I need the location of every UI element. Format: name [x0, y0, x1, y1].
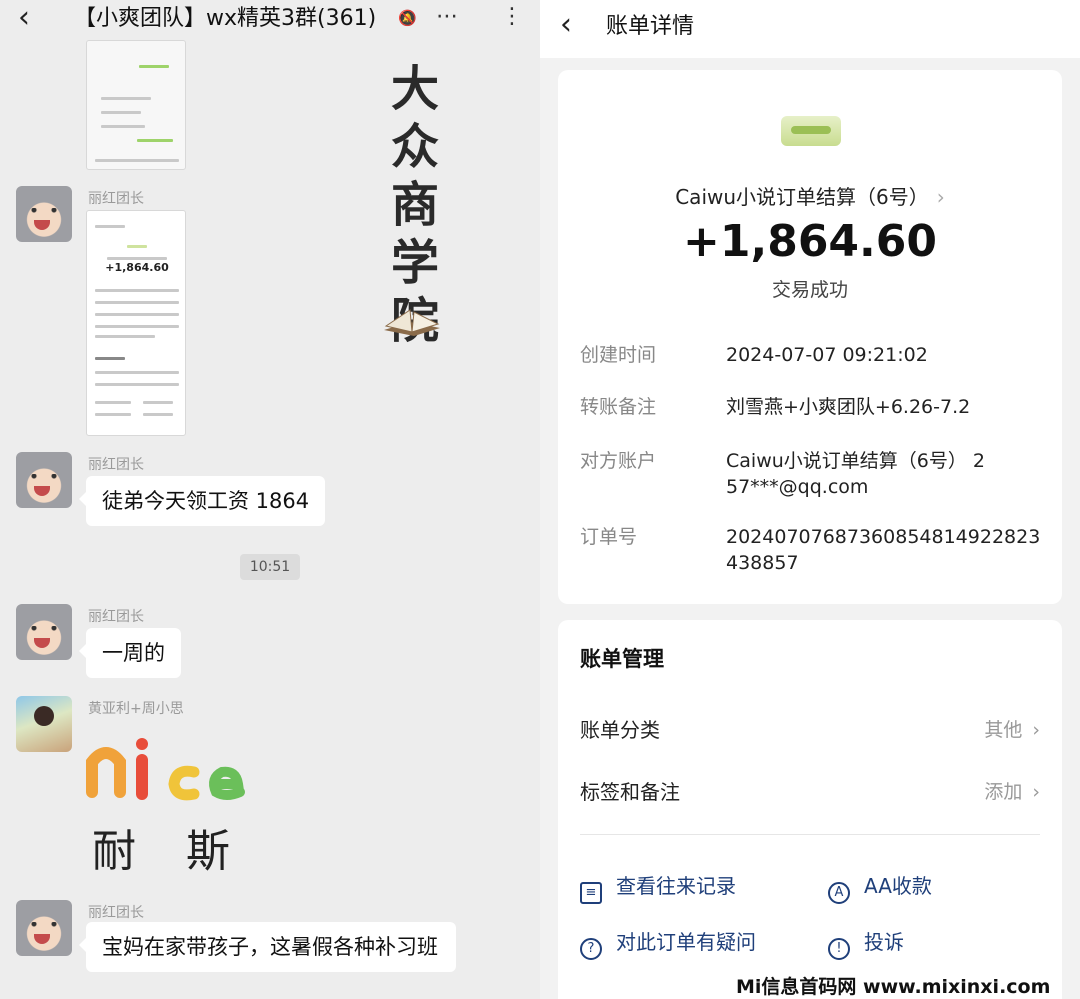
history-record-label: 查看往来记录 [616, 874, 736, 898]
order-question-button[interactable]: ? 对此订单有疑问 [580, 928, 756, 960]
sender-name: 丽红团长 [88, 609, 144, 625]
aa-collect-button[interactable]: A AA收款 [828, 872, 932, 904]
avatar[interactable] [16, 452, 72, 508]
chevron-right-icon: › [936, 185, 945, 209]
detail-value: Caiwu小说订单结算（6号） 257***@qq.com [726, 450, 985, 498]
more-horizontal-icon[interactable]: ⋯ [436, 4, 459, 30]
bill-panel: ‹ 账单详情 Caiwu小说订单结算（6号） › +1,864.60 交易成功 创… [540, 0, 1080, 999]
tag-value-text: 添加 [984, 781, 1023, 803]
tag-label[interactable]: 标签和备注 [580, 778, 680, 806]
tag-value[interactable]: 添加 › [984, 778, 1040, 806]
mute-icon: 🔕 [398, 9, 417, 27]
more-vertical-icon[interactable]: ⋮ [501, 2, 523, 32]
bill-summary-card: Caiwu小说订单结算（6号） › +1,864.60 交易成功 创建时间 202… [558, 70, 1062, 604]
detail-value: 20240707687360854814922823438857 [726, 526, 1041, 574]
sender-name: 黄亚利+周小思 [88, 701, 184, 717]
chat-topbar: ‹ 【小爽团队】wx精英3群(361) 🔕 ⋯ ⋮ [0, 0, 540, 38]
detail-label: 对方账户 [580, 450, 657, 472]
chat-title: 【小爽团队】wx精英3群(361) [74, 6, 377, 31]
image-message[interactable] [86, 40, 186, 170]
detail-value: 2024-07-07 09:21:02 [726, 344, 928, 366]
back-icon[interactable]: ‹ [560, 10, 572, 40]
aa-icon: A [828, 882, 850, 904]
image-message[interactable]: +1,864.60 [86, 210, 186, 436]
book-icon [384, 309, 440, 336]
bill-management-card: 账单管理 账单分类 其他 › 标签和备注 添加 › ≡ 查看往来记录 A AA收款 ? 对… [558, 620, 1062, 999]
chevron-right-icon: › [1032, 781, 1040, 803]
detail-label: 转账备注 [580, 396, 657, 418]
site-watermark: Mi信息首码网 www.mixinxi.com [736, 972, 1051, 999]
back-icon[interactable]: ‹ [18, 3, 42, 33]
avatar[interactable] [16, 186, 72, 242]
section-title: 账单管理 [580, 647, 664, 671]
sender-name: 丽红团长 [88, 191, 144, 207]
text-message: 宝妈在家带孩子，这暑假各种补习班 [79, 922, 456, 972]
page-title: 账单详情 [606, 14, 695, 39]
avatar[interactable] [16, 604, 72, 660]
merchant-name-text: Caiwu小说订单结算（6号） [675, 185, 929, 209]
chevron-right-icon: › [1032, 719, 1040, 741]
aa-collect-label: AA收款 [864, 874, 932, 898]
category-value-text: 其他 [984, 719, 1023, 741]
text-message: 徒弟今天领工资 1864 [78, 476, 326, 526]
chat-panel: ‹ 【小爽团队】wx精英3群(361) 🔕 ⋯ ⋮ 大众商学院 丽红团长 +1,… [0, 0, 540, 999]
sender-name: 丽红团长 [88, 905, 144, 921]
bill-header: ‹ 账单详情 [540, 0, 1080, 58]
divider [580, 834, 1040, 835]
sticker-text: 耐 斯 [92, 826, 248, 877]
sticker-nice[interactable] [86, 732, 256, 812]
status-text: 交易成功 [771, 279, 848, 301]
detail-label: 订单号 [580, 526, 638, 548]
complaint-button[interactable]: ! 投诉 [828, 928, 904, 960]
timestamp: 10:51 [240, 554, 300, 580]
merchant-logo [781, 116, 841, 146]
category-label[interactable]: 账单分类 [580, 716, 660, 744]
warning-icon: ! [828, 938, 850, 960]
thumb-amount: +1,864.60 [105, 261, 169, 274]
category-value[interactable]: 其他 › [984, 716, 1040, 744]
avatar[interactable] [16, 696, 72, 752]
history-record-button[interactable]: ≡ 查看往来记录 [580, 872, 736, 904]
text-message: 一周的 [79, 628, 181, 678]
merchant-name[interactable]: Caiwu小说订单结算（6号） › [558, 182, 1062, 212]
complaint-label: 投诉 [864, 930, 904, 954]
detail-label: 创建时间 [580, 344, 657, 366]
sender-name: 丽红团长 [88, 457, 144, 473]
question-icon: ? [580, 938, 602, 960]
avatar[interactable] [16, 900, 72, 956]
order-question-label: 对此订单有疑问 [616, 930, 756, 954]
amount: +1,864.60 [683, 216, 937, 267]
detail-value: 刘雪燕+小爽团队+6.26-7.2 [726, 396, 971, 418]
receipt-icon: ≡ [580, 882, 602, 904]
